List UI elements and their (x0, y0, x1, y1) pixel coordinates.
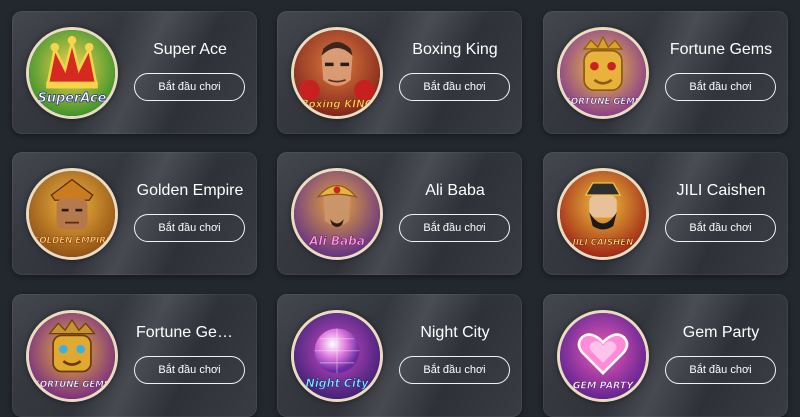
night-city-thumbnail[interactable]: Night City (291, 310, 383, 402)
game-grid: SuperAce Super Ace Bắt đầu chơi Boxing K… (0, 0, 800, 417)
game-card-super-ace[interactable]: SuperAce Super Ace Bắt đầu chơi (12, 11, 257, 134)
play-button[interactable]: Bắt đầu chơi (134, 214, 245, 242)
play-button[interactable]: Bắt đầu chơi (399, 214, 510, 242)
play-button[interactable]: Bắt đầu chơi (665, 214, 776, 242)
ali-baba-logo-text: Ali Baba (308, 234, 365, 248)
game-title: Fortune Gems 2 (136, 324, 244, 341)
fortune-gems-logo-text: FORTUNE GEMS (565, 97, 641, 107)
joker-hat-icon: SuperAce (29, 30, 115, 116)
game-card-golden-empire[interactable]: GOLDEN EMPIRE Golden Empire Bắt đầu chơi (12, 152, 257, 275)
play-button[interactable]: Bắt đầu chơi (134, 356, 245, 384)
game-title: Golden Empire (136, 182, 244, 199)
boxing-king-logo-text: Boxing KING (301, 98, 374, 110)
play-button[interactable]: Bắt đầu chơi (665, 73, 776, 101)
golden-mask-icon: FORTUNE GEMS (29, 313, 115, 399)
super-ace-thumbnail[interactable]: SuperAce (26, 27, 118, 119)
jili-caishen-logo-text: JILI CAISHEN (571, 238, 634, 248)
play-button[interactable]: Bắt đầu chơi (399, 356, 510, 384)
fortune-gems-thumbnail[interactable]: FORTUNE GEMS (557, 27, 649, 119)
play-button[interactable]: Bắt đầu chơi (134, 73, 245, 101)
play-button[interactable]: Bắt đầu chơi (399, 73, 510, 101)
game-title: Night City (420, 324, 490, 341)
game-title: Super Ace (153, 41, 227, 58)
boxer-icon: Boxing KING (294, 30, 380, 116)
golden-empire-thumbnail[interactable]: GOLDEN EMPIRE (26, 168, 118, 260)
aztec-warrior-icon: GOLDEN EMPIRE (29, 171, 115, 257)
night-city-logo-text: Night City (305, 377, 369, 390)
game-card-jili-caishen[interactable]: JILI CAISHEN JILI Caishen Bắt đầu chơi (543, 152, 788, 275)
game-card-fortune-gems[interactable]: FORTUNE GEMS Fortune Gems Bắt đầu chơi (543, 11, 788, 134)
super-ace-logo-text: SuperAce (38, 91, 107, 106)
golden-mask-icon: FORTUNE GEMS (560, 30, 646, 116)
gem-party-thumbnail[interactable]: GEM PARTY (557, 310, 649, 402)
heart-gem-icon: GEM PARTY (560, 313, 646, 399)
game-card-ali-baba[interactable]: Ali Baba Ali Baba Bắt đầu chơi (277, 152, 522, 275)
game-card-fortune-gems-2[interactable]: FORTUNE GEMS Fortune Gems 2 Bắt đầu chơi (12, 294, 257, 417)
game-card-night-city[interactable]: Night City Night City Bắt đầu chơi (277, 294, 522, 417)
golden-empire-logo-text: GOLDEN EMPIRE (32, 236, 112, 246)
ali-baba-thumbnail[interactable]: Ali Baba (291, 168, 383, 260)
game-card-gem-party[interactable]: GEM PARTY Gem Party Bắt đầu chơi (543, 294, 788, 417)
fortune-gems-2-thumbnail[interactable]: FORTUNE GEMS (26, 310, 118, 402)
disco-ball-icon: Night City (294, 313, 380, 399)
game-title: Ali Baba (425, 182, 485, 199)
play-button[interactable]: Bắt đầu chơi (665, 356, 776, 384)
game-title: Gem Party (682, 324, 760, 341)
caishen-icon: JILI CAISHEN (560, 171, 646, 257)
game-title: Boxing King (412, 41, 498, 58)
game-title: Fortune Gems (669, 41, 773, 58)
boxing-king-thumbnail[interactable]: Boxing KING (291, 27, 383, 119)
fortune-gems-2-logo-text: FORTUNE GEMS (34, 380, 110, 390)
jili-caishen-thumbnail[interactable]: JILI CAISHEN (557, 168, 649, 260)
gem-party-logo-text: GEM PARTY (573, 381, 635, 392)
game-card-boxing-king[interactable]: Boxing KING Boxing King Bắt đầu chơi (277, 11, 522, 134)
game-title: JILI Caishen (676, 182, 766, 199)
ali-baba-icon: Ali Baba (294, 171, 380, 257)
